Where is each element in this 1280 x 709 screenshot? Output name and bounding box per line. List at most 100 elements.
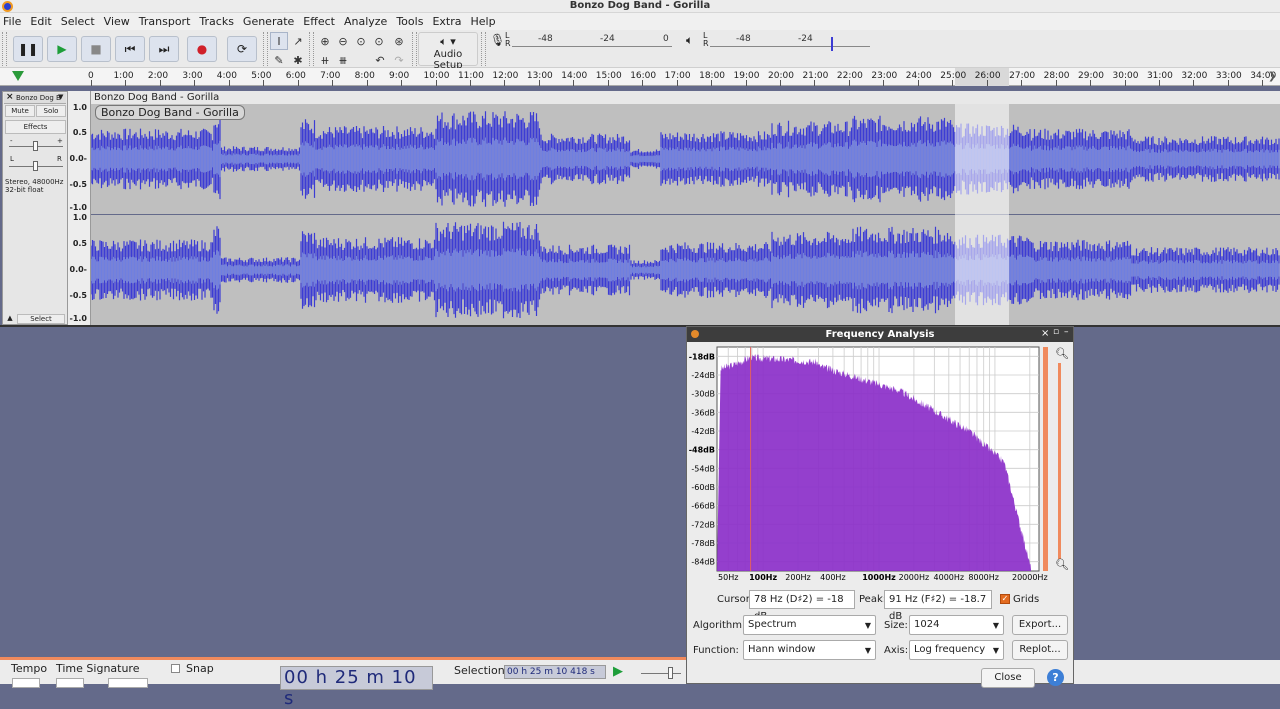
zoom-in-icon[interactable]: 🔍︎ [1055, 347, 1069, 360]
algorithm-label: Algorithm: [693, 620, 746, 631]
menu-edit[interactable]: Edit [30, 15, 51, 28]
maximize-icon[interactable]: ▫ [1053, 327, 1059, 337]
help-icon[interactable]: ? [1047, 669, 1064, 686]
clip-name-label[interactable]: Bonzo Dog Band - Gorilla [95, 105, 245, 120]
menu-tools[interactable]: Tools [396, 15, 423, 28]
algorithm-select[interactable]: Spectrum ▼ [743, 615, 876, 635]
menu-effect[interactable]: Effect [303, 15, 335, 28]
multi-tool[interactable]: ✱ [289, 51, 307, 69]
zoom-slider[interactable] [1058, 363, 1061, 559]
pan-slider-thumb[interactable] [33, 161, 38, 171]
toolbar-grip[interactable] [2, 32, 7, 66]
cursor-value: 78 Hz (D♯2) = -18 dB [749, 590, 855, 622]
pause-button[interactable]: ❚❚ [13, 36, 43, 62]
fit-project-button[interactable]: ⊙ [370, 32, 388, 50]
menu-file[interactable]: File [3, 15, 21, 28]
undo-button[interactable]: ↶ [371, 51, 389, 69]
play-speed-thumb[interactable] [668, 667, 673, 679]
tempo-input[interactable] [12, 678, 40, 688]
function-select[interactable]: Hann window ▼ [743, 640, 876, 660]
time-signature-lower-input[interactable] [108, 678, 148, 688]
pause-icon: ❚❚ [17, 42, 39, 56]
menu-analyze[interactable]: Analyze [344, 15, 387, 28]
toolbar-grip[interactable] [309, 32, 314, 66]
toolbar-grip[interactable] [481, 32, 486, 66]
selection-tool[interactable]: I [270, 32, 288, 50]
select-track-button[interactable]: Select [17, 314, 65, 324]
grids-checkbox[interactable]: ✓ [1000, 594, 1010, 604]
playback-speaker-icon[interactable]: 🔈︎ [686, 33, 693, 48]
dialog-title-bar[interactable]: Frequency Analysis [687, 327, 1073, 342]
play-at-speed-button[interactable]: ▶ [613, 664, 638, 682]
scale-label: -1.0 [69, 203, 88, 212]
axis-select[interactable]: Log frequency ▼ [909, 640, 1004, 660]
loop-button[interactable]: ⟳ [227, 36, 257, 62]
clip-header[interactable]: Bonzo Dog Band - Gorilla [91, 91, 1280, 104]
zoom-toggle-button[interactable]: ⊛ [390, 32, 408, 50]
ruler-tick-mark [986, 80, 988, 86]
microphone-icon[interactable]: 🎙︎ [490, 33, 505, 47]
menu-select[interactable]: Select [61, 15, 95, 28]
play-button[interactable]: ▶ [47, 36, 77, 62]
zoom-slider-track[interactable] [1043, 347, 1048, 571]
zoom-in-button[interactable]: ⊕ [316, 32, 334, 50]
time-signature-upper-input[interactable] [56, 678, 84, 688]
snap-label: Snap [186, 662, 214, 675]
spectrum-plot[interactable]: -18dB -24dB -30dB -36dB -42dB -48dB -54dB -60dB… [687, 342, 1073, 588]
menu-tracks[interactable]: Tracks [199, 15, 234, 28]
menu-help[interactable]: Help [470, 15, 495, 28]
mute-button[interactable]: Mute [5, 105, 35, 117]
draw-tool[interactable]: ✎ [270, 51, 288, 69]
toolbar-grip[interactable] [412, 32, 417, 66]
menu-generate[interactable]: Generate [243, 15, 294, 28]
track-divider [0, 325, 1280, 327]
loop-icon: ⟳ [236, 42, 248, 56]
record-button[interactable]: ● [187, 36, 217, 62]
zoom-out-icon[interactable]: 🔍︎ [1055, 558, 1069, 571]
cursor-label: Cursor: [717, 594, 754, 605]
size-select[interactable]: 1024 ▼ [909, 615, 1004, 635]
snap-checkbox[interactable] [171, 664, 180, 673]
record-meter[interactable]: -48 -24 0 [512, 33, 672, 47]
ruler-tick-mark [469, 80, 471, 86]
collapse-icon[interactable]: ▲ [4, 314, 16, 324]
menu-view[interactable]: View [104, 15, 130, 28]
fit-selection-button[interactable]: ⊙ [352, 32, 370, 50]
trim-button[interactable]: ⧺ [316, 51, 334, 69]
menu-extra[interactable]: Extra [432, 15, 461, 28]
play-icon: ▶ [57, 42, 67, 56]
menu-transport[interactable]: Transport [139, 15, 191, 28]
time-signature-label: Time Signature [56, 662, 140, 675]
ruler-scroll-right-icon[interactable]: ❯ [1268, 71, 1276, 82]
play-speed-slider[interactable] [641, 673, 681, 674]
solo-button[interactable]: Solo [36, 105, 66, 117]
zoom-out-button[interactable]: ⊖ [334, 32, 352, 50]
audio-setup-button[interactable]: 🔈︎ ▾ Audio Setup [418, 32, 478, 71]
toolbar-grip[interactable] [263, 32, 268, 66]
silence-button[interactable]: ⧻ [334, 51, 352, 69]
replot-button[interactable]: Replot... [1012, 640, 1068, 660]
selection-start-display[interactable]: 00 h 25 m 10 418 s [504, 665, 606, 679]
close-icon[interactable]: × [1041, 328, 1049, 339]
record-meter-lr: LR [505, 31, 511, 48]
stop-button[interactable]: ■ [81, 36, 111, 62]
selection-region[interactable] [955, 104, 1009, 325]
ruler-tick-label: 2:00 [147, 71, 169, 81]
close-icon[interactable]: × [6, 92, 14, 102]
export-button[interactable]: Export... [1012, 615, 1068, 635]
envelope-tool[interactable]: ↗ [289, 32, 307, 50]
ruler-tick-mark [366, 80, 368, 86]
close-button[interactable]: Close [981, 668, 1035, 688]
playback-meter[interactable]: -48 -24 [710, 33, 870, 51]
redo-button[interactable]: ↷ [390, 51, 408, 69]
skip-end-button[interactable]: ⏭ [149, 36, 179, 62]
track-name-dropdown[interactable]: × Bonzo Dog B ▼ [4, 92, 66, 104]
y-axis-label: -48dB [689, 446, 715, 455]
minimize-icon[interactable]: – [1064, 327, 1069, 337]
ruler-tick-mark [848, 80, 850, 86]
skip-start-button[interactable]: ⏮ [115, 36, 145, 62]
time-display[interactable]: 00 h 25 m 10 s [280, 666, 433, 709]
gain-slider-thumb[interactable] [33, 141, 38, 151]
effects-button[interactable]: Effects [5, 120, 66, 134]
size-value: 1024 [914, 619, 940, 630]
